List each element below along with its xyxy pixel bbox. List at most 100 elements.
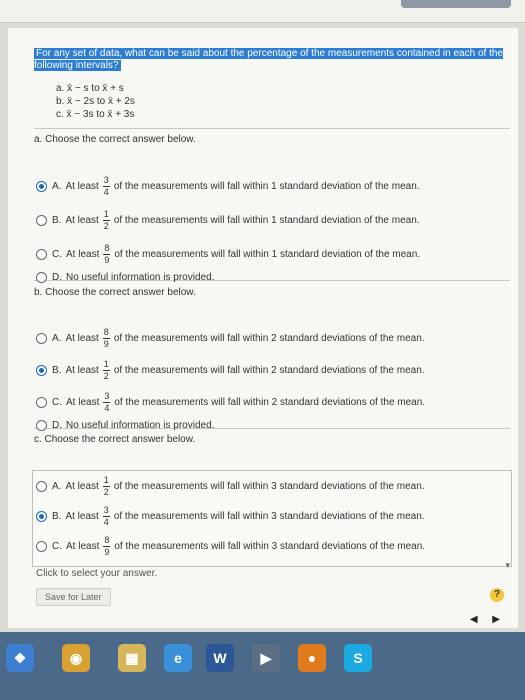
option-text: of the measurements will fall within 2 s…: [113, 365, 425, 376]
fraction-numerator: 1: [103, 359, 109, 369]
option-letter: B.: [52, 365, 62, 376]
part-a-option-a[interactable]: A. At least 3 4 of the measurements will fal…: [36, 176, 420, 197]
part-a-option-b[interactable]: B. At least 1 2 of the measurements will fal…: [36, 210, 420, 231]
radio-button[interactable]: [36, 333, 47, 344]
option-text: of the measurements will fall within 3 s…: [113, 481, 425, 492]
option-text: of the measurements will fall within 1 s…: [114, 249, 421, 260]
option-lead-text: At least: [65, 365, 99, 376]
status-text: Click to select your answer.: [36, 568, 158, 579]
option-lead-text: At least: [65, 511, 99, 522]
part-b-option-d[interactable]: D. No useful information is provided.: [36, 420, 214, 431]
part-a-option-c[interactable]: C. At least 8 9 of the measurements will fal…: [36, 244, 420, 265]
option-lead-text: At least: [66, 541, 100, 552]
option-lead-text: At least: [65, 481, 99, 492]
radio-button[interactable]: [36, 420, 47, 431]
fraction-numerator: 1: [103, 209, 109, 219]
part-c-prompt: c. Choose the correct answer below.: [34, 434, 196, 445]
option-lead-text: No useful information is provided.: [66, 272, 215, 283]
divider: [34, 128, 510, 129]
option-lead-text: At least: [66, 249, 100, 260]
part-b-prompt: b. Choose the correct answer below.: [34, 287, 196, 298]
page-nav: ◀ ▶: [458, 614, 500, 625]
radio-button[interactable]: [36, 181, 47, 192]
fraction: 12: [102, 475, 110, 497]
fraction: 89: [103, 243, 111, 265]
help-button[interactable]: ?: [490, 588, 504, 602]
media-player-icon[interactable]: ▶: [252, 644, 280, 672]
fraction-numerator: 8: [104, 535, 110, 545]
internet-explorer-icon[interactable]: e: [164, 644, 192, 672]
part-b-option-c[interactable]: C. At least 3 4 of the measurements will fal…: [36, 392, 425, 413]
fraction-numerator: 8: [103, 327, 109, 337]
word-icon[interactable]: W: [206, 644, 234, 672]
fraction-numerator: 3: [103, 505, 109, 515]
interval-c: c. x̄ − 3s to x̄ + 3s: [56, 109, 135, 120]
option-text: of the measurements will fall within 1 s…: [113, 215, 420, 226]
radio-button[interactable]: [36, 511, 47, 522]
option-letter: C.: [52, 397, 62, 408]
browser-tab[interactable]: [401, 0, 511, 8]
fraction-denominator: 4: [103, 517, 109, 527]
fraction-denominator: 2: [103, 221, 109, 231]
radio-button[interactable]: [36, 541, 47, 552]
file-explorer-icon[interactable]: ▦: [118, 644, 146, 672]
option-letter: C.: [52, 249, 62, 260]
option-text: of the measurements will fall within 2 s…: [114, 397, 426, 408]
fraction: 12: [102, 209, 110, 231]
option-lead-text: At least: [66, 397, 100, 408]
fraction-denominator: 4: [104, 403, 110, 413]
previous-arrow-icon[interactable]: ◀: [470, 614, 478, 625]
fraction-denominator: 2: [103, 487, 109, 497]
fraction-denominator: 9: [104, 547, 110, 557]
scroll-down-icon[interactable]: ▾: [505, 560, 510, 571]
start-icon[interactable]: ❖: [6, 644, 34, 672]
radio-button[interactable]: [36, 272, 47, 283]
interval-a: a. x̄ − s to x̄ + s: [56, 83, 124, 94]
fraction-numerator: 3: [103, 175, 109, 185]
option-text: of the measurements will fall within 3 s…: [114, 541, 426, 552]
save-for-later-button[interactable]: Save for Later: [36, 588, 111, 606]
part-a-prompt: a. Choose the correct answer below.: [34, 134, 196, 145]
option-letter: B.: [52, 511, 62, 522]
part-b-option-a[interactable]: A. At least 8 9 of the measurements will fal…: [36, 328, 425, 349]
radio-button[interactable]: [36, 249, 47, 260]
option-letter: D.: [52, 272, 62, 283]
browser-top-strip: [0, 0, 525, 23]
radio-button[interactable]: [36, 215, 47, 226]
option-text: of the measurements will fall within 3 s…: [113, 511, 425, 522]
part-b-option-b[interactable]: B. At least 1 2 of the measurements will fal…: [36, 360, 425, 381]
question-text: For any set of data, what can be said ab…: [34, 48, 503, 71]
fraction-numerator: 8: [104, 243, 110, 253]
taskbar: ❖ ◉ ▦ e W ▶ ● S: [0, 632, 525, 700]
option-lead-text: At least: [65, 181, 99, 192]
part-c-option-a[interactable]: A. At least 1 2 of the measurements will fal…: [36, 476, 425, 497]
option-lead-text: No useful information is provided.: [66, 420, 215, 431]
part-a-option-d[interactable]: D. No useful information is provided.: [36, 272, 214, 283]
fraction-numerator: 1: [103, 475, 109, 485]
option-letter: A.: [52, 481, 62, 492]
radio-button[interactable]: [36, 397, 47, 408]
option-lead-text: At least: [65, 333, 99, 344]
chrome-icon[interactable]: ◉: [62, 644, 90, 672]
media-icon[interactable]: ●: [298, 644, 326, 672]
fraction-denominator: 2: [103, 371, 109, 381]
fraction: 34: [103, 391, 111, 413]
radio-button[interactable]: [36, 481, 47, 492]
fraction: 89: [103, 535, 111, 557]
fraction: 34: [102, 175, 110, 197]
fraction-denominator: 9: [103, 339, 109, 349]
fraction-denominator: 4: [103, 187, 109, 197]
question-page: For any set of data, what can be said ab…: [8, 28, 518, 628]
next-arrow-icon[interactable]: ▶: [492, 614, 500, 625]
option-letter: D.: [52, 420, 62, 431]
skype-icon[interactable]: S: [344, 644, 372, 672]
radio-button[interactable]: [36, 365, 47, 376]
option-letter: C.: [52, 541, 62, 552]
part-c-option-c[interactable]: C. At least 8 9 of the measurements will fal…: [36, 536, 425, 557]
part-c-option-b[interactable]: B. At least 3 4 of the measurements will fal…: [36, 506, 425, 527]
fraction: 89: [102, 327, 110, 349]
fraction-numerator: 3: [104, 391, 110, 401]
interval-b: b. x̄ − 2s to x̄ + 2s: [56, 96, 135, 107]
option-letter: A.: [52, 333, 62, 344]
option-letter: A.: [52, 181, 62, 192]
